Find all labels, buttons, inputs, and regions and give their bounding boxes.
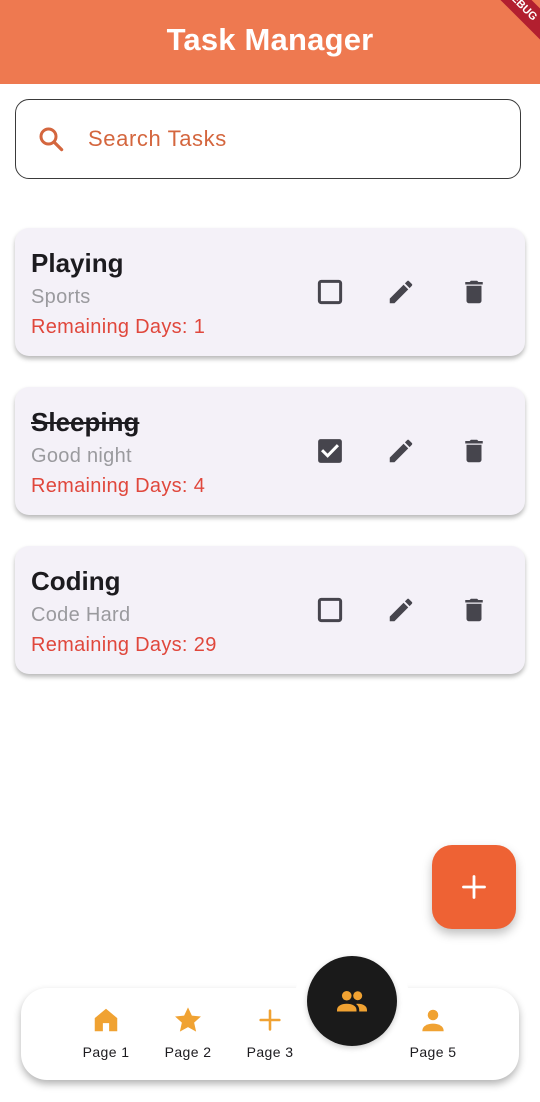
remaining-value: 1 [193, 316, 206, 338]
app-root: Task Manager DEBUG Playing Sports Remain… [0, 0, 540, 1102]
add-task-button[interactable] [432, 845, 516, 929]
complete-checkbox[interactable] [314, 276, 346, 308]
page-title: Task Manager [166, 22, 374, 57]
task-title: Playing [31, 248, 124, 278]
people-icon [337, 990, 367, 1012]
star-icon [172, 1004, 204, 1036]
remaining-label: Remaining Days: [31, 475, 188, 497]
nav-label: Page 3 [246, 1044, 294, 1060]
task-title: Sleeping [31, 407, 140, 437]
pencil-icon [389, 280, 413, 304]
plus-icon [462, 875, 486, 899]
nav-center-button[interactable] [307, 956, 397, 1046]
edit-button[interactable] [385, 435, 417, 467]
delete-button[interactable] [458, 276, 490, 308]
pencil-icon [389, 598, 413, 622]
task-remaining-days: Remaining Days: 29 [31, 634, 217, 657]
checkbox-unchecked-icon [317, 597, 343, 623]
remaining-label: Remaining Days: [31, 634, 188, 656]
search-icon [36, 124, 66, 154]
remaining-value: 4 [193, 475, 206, 497]
plus-icon [254, 1004, 286, 1036]
checkbox-checked-icon [318, 439, 342, 463]
task-description: Sports [31, 286, 91, 308]
search-input[interactable] [86, 125, 470, 153]
home-icon [90, 1004, 122, 1036]
trash-icon [465, 280, 483, 304]
nav-item-page-1[interactable]: Page 1 [66, 1004, 146, 1060]
complete-checkbox[interactable] [314, 435, 346, 467]
edit-button[interactable] [385, 594, 417, 626]
delete-button[interactable] [458, 435, 490, 467]
delete-button[interactable] [458, 594, 490, 626]
task-remaining-days: Remaining Days: 1 [31, 316, 205, 339]
complete-checkbox[interactable] [314, 594, 346, 626]
task-description: Good night [31, 445, 132, 467]
nav-label: Page 5 [409, 1044, 457, 1060]
checkbox-unchecked-icon [317, 279, 343, 305]
nav-label: Page 1 [82, 1044, 130, 1060]
person-icon [417, 1004, 449, 1036]
task-remaining-days: Remaining Days: 4 [31, 475, 205, 498]
edit-button[interactable] [385, 276, 417, 308]
task-description: Code Hard [31, 604, 131, 626]
task-card[interactable]: Sleeping Good night Remaining Days: 4 [15, 387, 525, 515]
remaining-value: 29 [193, 634, 217, 656]
remaining-label: Remaining Days: [31, 316, 188, 338]
nav-item-page-2[interactable]: Page 2 [148, 1004, 228, 1060]
search-field[interactable] [15, 99, 521, 179]
task-card[interactable]: Coding Code Hard Remaining Days: 29 [15, 546, 525, 674]
pencil-icon [389, 439, 413, 463]
bottom-navigation: Page 1 Page 2 Page 3 Page 5 [21, 988, 519, 1080]
task-title: Coding [31, 566, 121, 596]
task-card[interactable]: Playing Sports Remaining Days: 1 [15, 228, 525, 356]
task-list: Playing Sports Remaining Days: 1 Sleepin… [15, 228, 525, 705]
trash-icon [465, 439, 483, 463]
trash-icon [465, 598, 483, 622]
app-bar: Task Manager DEBUG [0, 0, 540, 84]
debug-banner: DEBUG [474, 0, 540, 52]
nav-label: Page 2 [164, 1044, 212, 1060]
